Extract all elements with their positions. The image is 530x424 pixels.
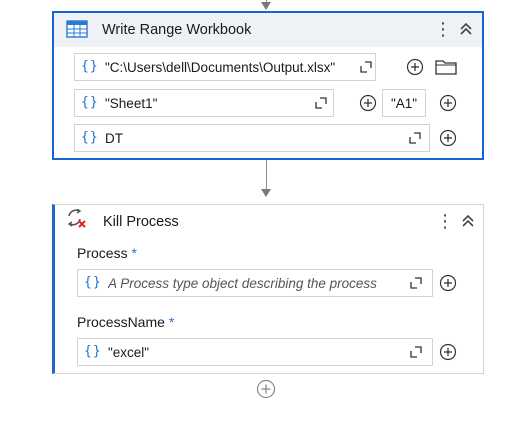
processname-label-text: ProcessName [77,314,165,330]
add-argument-icon[interactable] [359,94,377,112]
sequence-connector-arrow [261,189,271,197]
workbook-path-value[interactable]: "C:\Users\dell\Documents\Output.xlsx" [105,60,353,75]
kill-process-title: Kill Process [103,214,179,230]
write-range-workbook-activity[interactable]: Write Range Workbook ⋮ {} "C:\Users\dell… [52,11,484,160]
expand-editor-icon[interactable] [410,346,422,358]
expand-editor-icon[interactable] [409,132,421,144]
processname-label: ProcessName * [77,314,174,330]
more-options-icon[interactable]: ⋮ [434,18,452,40]
datatable-value[interactable]: DT [105,131,123,146]
more-options-icon[interactable]: ⋮ [436,210,454,232]
add-argument-icon[interactable] [439,274,457,292]
add-argument-icon[interactable] [439,343,457,361]
sequence-connector [266,160,267,190]
process-label-text: Process [77,245,128,261]
processname-value[interactable]: "excel" [108,345,149,360]
start-cell-value[interactable]: "A1" [391,96,417,111]
required-mark: * [131,245,137,261]
top-connector-arrow [261,2,271,10]
collapse-icon[interactable] [458,20,474,38]
kill-process-icon [67,209,86,228]
sheet-name-field[interactable]: {} "Sheet1" [74,89,334,117]
required-mark: * [168,314,175,330]
add-activity-button[interactable] [256,379,276,399]
workbook-path-field[interactable]: {} "C:\Users\dell\Documents\Output.xlsx" [74,53,376,81]
process-label: Process * [77,245,137,261]
datatable-field[interactable]: {} DT [74,124,430,152]
processname-field[interactable]: {} "excel" [77,338,433,366]
expand-editor-icon[interactable] [360,61,372,73]
write-range-header[interactable]: Write Range Workbook ⋮ [54,13,482,47]
write-range-title: Write Range Workbook [102,22,252,38]
expression-braces-icon[interactable]: {} [81,59,99,74]
collapse-icon[interactable] [460,212,476,230]
add-argument-icon[interactable] [406,58,424,76]
kill-process-activity[interactable]: Kill Process ⋮ Process * {} A Process ty… [52,204,484,374]
kill-process-header[interactable]: Kill Process ⋮ [55,205,483,239]
expression-braces-icon[interactable]: {} [84,275,102,290]
start-cell-field[interactable]: "A1" [382,89,426,117]
add-argument-icon[interactable] [439,94,457,112]
expression-braces-icon[interactable]: {} [81,95,99,110]
process-field[interactable]: {} A Process type object describing the … [77,269,433,297]
expression-braces-icon[interactable]: {} [81,130,99,145]
expand-editor-icon[interactable] [410,277,422,289]
expression-braces-icon[interactable]: {} [84,344,102,359]
spreadsheet-icon [66,20,88,38]
add-argument-icon[interactable] [439,129,457,147]
folder-icon[interactable] [434,57,458,77]
sheet-name-value[interactable]: "Sheet1" [105,96,157,111]
process-input[interactable]: A Process type object describing the pro… [108,276,400,291]
expand-editor-icon[interactable] [315,97,327,109]
